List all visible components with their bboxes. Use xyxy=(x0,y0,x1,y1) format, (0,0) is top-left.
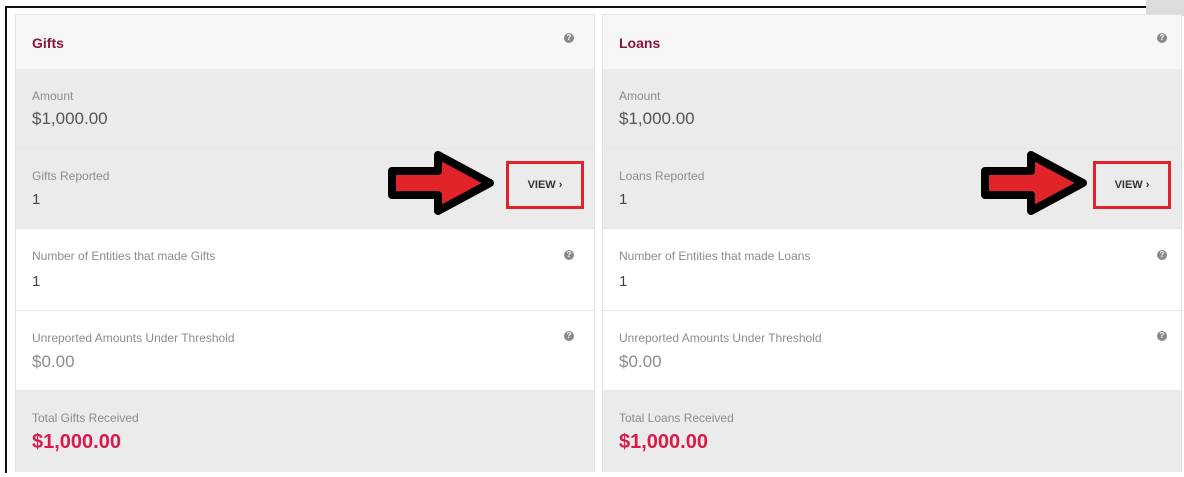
loans-unreported-row: Unreported Amounts Under Threshold $0.00… xyxy=(603,311,1181,391)
red-arrow-icon xyxy=(981,151,1087,215)
loans-entities-label: Number of Entities that made Loans xyxy=(619,249,811,263)
gifts-total-row: Total Gifts Received $1,000.00 xyxy=(16,391,594,472)
gifts-total-label: Total Gifts Received xyxy=(32,411,139,425)
loans-entities-value: 1 xyxy=(619,273,628,290)
gifts-amount-row: Amount $1,000.00 xyxy=(16,69,594,149)
gifts-total-value: $1,000.00 xyxy=(32,431,121,453)
gifts-panel: Gifts ? Amount $1,000.00 Gifts Reported … xyxy=(15,14,595,472)
loans-panel: Loans ? Amount $1,000.00 Loans Reported … xyxy=(602,14,1182,472)
gifts-reported-label: Gifts Reported xyxy=(32,169,110,183)
gifts-entities-value: 1 xyxy=(32,273,41,290)
help-icon[interactable]: ? xyxy=(1157,331,1167,341)
gifts-entities-row: Number of Entities that made Gifts 1 ? xyxy=(16,229,594,311)
help-icon[interactable]: ? xyxy=(1157,33,1167,43)
red-arrow-icon xyxy=(388,151,494,215)
gifts-reported-row: Gifts Reported 1 VIEW › xyxy=(16,149,594,229)
loans-unreported-label: Unreported Amounts Under Threshold xyxy=(619,331,822,345)
gifts-panel-header: Gifts ? xyxy=(16,15,594,70)
help-icon[interactable]: ? xyxy=(564,250,574,260)
loans-reported-value: 1 xyxy=(619,191,628,208)
gifts-amount-value: $1,000.00 xyxy=(32,109,108,128)
loans-entities-row: Number of Entities that made Loans 1 ? xyxy=(603,229,1181,311)
gifts-panel-title: Gifts xyxy=(32,35,64,51)
loans-view-button[interactable]: VIEW › xyxy=(1093,161,1171,209)
loans-amount-row: Amount $1,000.00 xyxy=(603,69,1181,149)
loans-panel-title: Loans xyxy=(619,35,661,51)
gifts-unreported-label: Unreported Amounts Under Threshold xyxy=(32,331,235,345)
gifts-amount-label: Amount xyxy=(32,89,74,103)
loans-amount-value: $1,000.00 xyxy=(619,109,695,128)
loans-unreported-value: $0.00 xyxy=(619,352,662,371)
loans-total-row: Total Loans Received $1,000.00 xyxy=(603,391,1181,472)
help-icon[interactable]: ? xyxy=(1157,250,1167,260)
gifts-reported-value: 1 xyxy=(32,191,41,208)
loans-total-label: Total Loans Received xyxy=(619,411,734,425)
gifts-unreported-value: $0.00 xyxy=(32,352,75,371)
gifts-entities-label: Number of Entities that made Gifts xyxy=(32,249,216,263)
gifts-unreported-row: Unreported Amounts Under Threshold $0.00… xyxy=(16,311,594,391)
help-icon[interactable]: ? xyxy=(564,331,574,341)
help-icon[interactable]: ? xyxy=(564,33,574,43)
gifts-view-button[interactable]: VIEW › xyxy=(506,161,584,209)
loans-panel-header: Loans ? xyxy=(603,15,1181,70)
loans-reported-row: Loans Reported 1 VIEW › xyxy=(603,149,1181,229)
loans-reported-label: Loans Reported xyxy=(619,169,705,183)
loans-amount-label: Amount xyxy=(619,89,661,103)
loans-total-value: $1,000.00 xyxy=(619,431,708,453)
